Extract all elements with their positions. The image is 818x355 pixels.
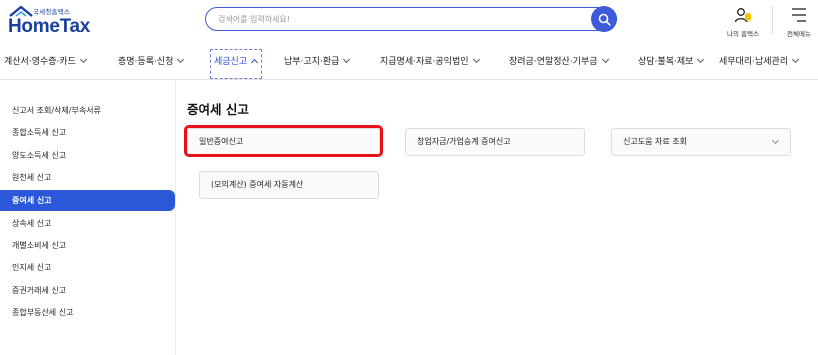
- nav-item-incentives[interactable]: 장려금·연말정산·기부금: [509, 54, 609, 67]
- page-title: 증여세 신고: [187, 102, 249, 117]
- nav-item-receipts[interactable]: 계산서·영수증·카드: [4, 54, 88, 67]
- sidebar-item-label: 증권거래세 신고: [12, 286, 67, 295]
- sidebar-item-label: 증여세 신고: [12, 196, 52, 205]
- sidebar-item-comprehensive-income-tax[interactable]: 종합소득세 신고: [0, 122, 176, 143]
- my-hometax-button[interactable]: 나의 홈택스: [723, 3, 763, 38]
- card-label: (모의계산) 증여세 자동계산: [211, 180, 304, 189]
- sidebar-item-property-tax[interactable]: 종합부동산세 신고: [0, 302, 176, 323]
- chevron-down-icon: [177, 55, 185, 64]
- sidebar-item-label: 종합소득세 신고: [12, 128, 67, 137]
- chevron-down-icon: [343, 55, 351, 64]
- chevron-down-icon: [472, 55, 480, 64]
- nav-item-label: 지급명세·자료·공익법인: [380, 57, 469, 67]
- sidebar-item-label: 신고서 조회/삭제/부속서류: [12, 106, 101, 115]
- general-gift-filing-button[interactable]: 일반증여신고: [187, 128, 380, 156]
- all-menu-label: 전체메뉴: [787, 30, 811, 38]
- main-nav: 계산서·영수증·카드 증명·등록·신청 세금신고 납부·고지·환급 지급명세·자…: [0, 42, 818, 80]
- search-button[interactable]: [591, 6, 617, 32]
- sidebar-item-inheritance-tax[interactable]: 상속세 신고: [0, 213, 176, 234]
- search-bar: [205, 6, 617, 32]
- logo-subtitle: 국세청홈택스: [33, 8, 71, 16]
- chevron-down-icon: [792, 55, 800, 64]
- sidebar-item-securities-tax[interactable]: 증권거래세 신고: [0, 280, 176, 301]
- chevron-down-icon: [771, 136, 780, 145]
- nav-item-label: 계산서·영수증·카드: [4, 57, 76, 67]
- user-bell-icon: [734, 8, 751, 23]
- gift-tax-auto-calc-button[interactable]: (모의계산) 증여세 자동계산: [199, 171, 379, 199]
- all-menu-button[interactable]: 전체메뉴: [781, 3, 817, 38]
- header-divider: [772, 6, 773, 34]
- hometax-logo[interactable]: 국세청홈택스 HomeTax: [4, 3, 100, 37]
- sidebar-item-label: 원천세 신고: [12, 173, 52, 182]
- nav-item-statements[interactable]: 지급명세·자료·공익법인: [380, 54, 480, 67]
- nav-item-consulting[interactable]: 상담·불복·제보: [638, 54, 705, 67]
- search-icon: [598, 13, 611, 26]
- sidebar-item-label: 양도소득세 신고: [12, 151, 67, 160]
- nav-item-label: 납부·고지·환급: [284, 57, 340, 67]
- nav-item-label: 세무대리·납세관리: [719, 57, 789, 67]
- sidebar-item-gift-tax[interactable]: 증여세 신고: [0, 190, 175, 211]
- nav-item-tax-agent[interactable]: 세무대리·납세관리: [719, 54, 800, 67]
- chevron-down-icon: [697, 55, 705, 64]
- filing-help-data-dropdown[interactable]: 신고도움 자료 조회: [611, 128, 791, 156]
- logo-title: HomeTax: [8, 16, 91, 37]
- sidebar-item-excise-tax[interactable]: 개별소비세 신고: [0, 235, 176, 256]
- sidebar-item-capital-gains-tax[interactable]: 양도소득세 신고: [0, 145, 176, 166]
- nav-item-certificates[interactable]: 증명·등록·신청: [118, 54, 185, 67]
- chevron-down-icon: [601, 55, 609, 64]
- nav-item-label: 증명·등록·신청: [118, 57, 174, 67]
- nav-item-payment[interactable]: 납부·고지·환급: [284, 54, 351, 67]
- chevron-down-icon: [79, 55, 88, 64]
- sidebar: 신고서 조회/삭제/부속서류 종합소득세 신고 양도소득세 신고 원천세 신고 …: [0, 80, 176, 355]
- sidebar-item-label: 인지세 신고: [12, 263, 52, 272]
- sidebar-item-stamp-tax[interactable]: 인지세 신고: [0, 257, 176, 278]
- card-label: 창업자금/가업승계 증여신고: [417, 137, 511, 146]
- card-label: 신고도움 자료 조회: [623, 137, 687, 146]
- sidebar-item-withholding-tax[interactable]: 원천세 신고: [0, 167, 176, 188]
- my-hometax-label: 나의 홈택스: [727, 30, 759, 38]
- header: 국세청홈택스 HomeTax 나의 홈택스 전체메뉴: [0, 0, 818, 42]
- search-input[interactable]: [218, 11, 578, 27]
- hamburger-menu-icon: [792, 8, 806, 22]
- sidebar-item-query-delete[interactable]: 신고서 조회/삭제/부속서류: [0, 100, 176, 121]
- card-label: 일반증여신고: [199, 137, 244, 146]
- nav-item-label: 장려금·연말정산·기부금: [509, 57, 598, 67]
- nav-focus-outline: [210, 49, 262, 79]
- sidebar-item-label: 개별소비세 신고: [12, 241, 67, 250]
- startup-succession-gift-filing-button[interactable]: 창업자금/가업승계 증여신고: [405, 128, 585, 156]
- sidebar-item-label: 종합부동산세 신고: [12, 308, 74, 317]
- sidebar-item-label: 상속세 신고: [12, 219, 52, 228]
- nav-item-label: 상담·불복·제보: [638, 57, 694, 67]
